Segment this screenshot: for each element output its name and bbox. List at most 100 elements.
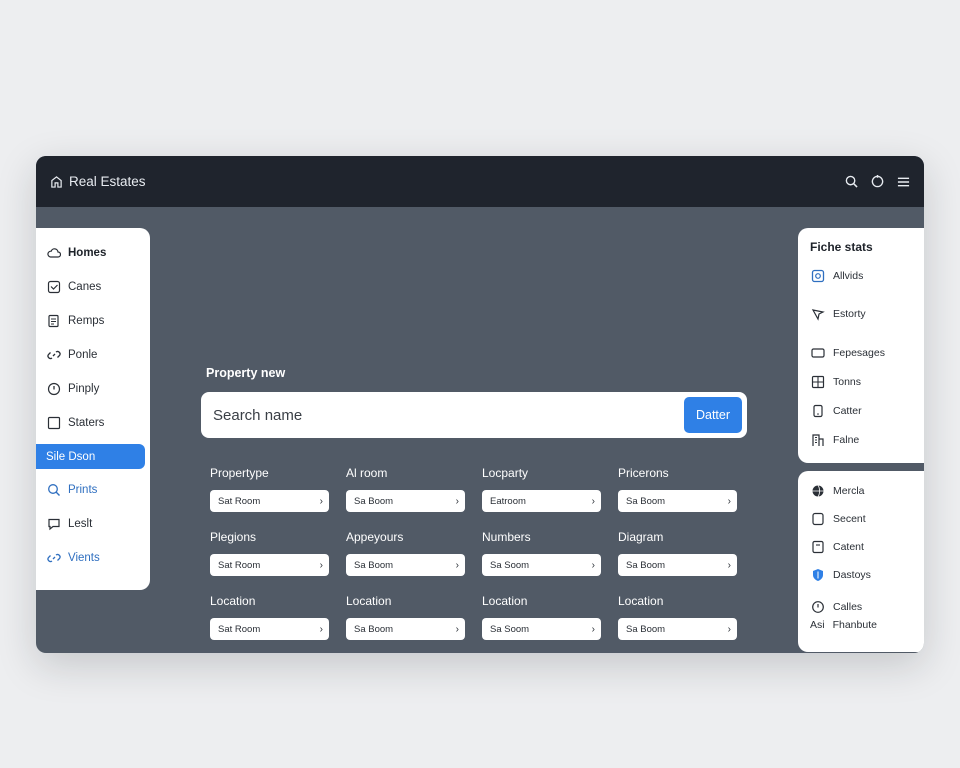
top-actions (844, 175, 910, 189)
sidebar-item-leslt[interactable]: Leslt (36, 507, 150, 541)
phone-icon (813, 404, 823, 418)
chevron-right-icon: › (455, 623, 459, 635)
filter-select[interactable]: Sa Boom › (618, 618, 737, 640)
filter-location-1: Location Sat Room › (210, 594, 329, 640)
filter-label: Location (482, 594, 528, 608)
secondary-item-mercla[interactable]: Mercla (798, 483, 924, 499)
sidebar-item-label: Canes (68, 281, 102, 293)
sidebar: Homes Canes Remps Ponle Pinply Staters S… (36, 228, 150, 590)
footer-prefix: Asi (810, 619, 825, 631)
filter-select[interactable]: Sa Boom › (618, 490, 737, 512)
section-title: Property new (206, 366, 286, 380)
stats-item-fepesages[interactable]: Fepesages (798, 342, 924, 364)
sidebar-item-vients[interactable]: Vients (36, 541, 150, 575)
sidebar-item-label: Leslt (68, 518, 93, 530)
stats-item-tonns[interactable]: Tonns (798, 371, 924, 393)
search-button[interactable]: Datter (684, 397, 742, 433)
building-icon (812, 434, 824, 446)
filter-value: Sat Room (218, 495, 261, 507)
sidebar-item-prints[interactable]: Prints (36, 473, 150, 507)
stats-item-label: Estorty (833, 308, 866, 320)
camera-square-icon (811, 269, 825, 283)
square-icon (47, 416, 61, 430)
filter-label: Plegions (210, 530, 257, 544)
filter-select[interactable]: Sat Room › (210, 618, 329, 640)
secondary-panel: Mercla Secent Catent Dastoys Calles Asi … (798, 471, 924, 652)
filter-plegions: Plegions Sat Room › (210, 530, 329, 576)
stats-item-label: Falne (833, 434, 860, 446)
chevron-right-icon: › (591, 623, 595, 635)
secondary-footer[interactable]: Asi Fhanbute (798, 619, 924, 631)
chevron-right-icon: › (319, 495, 323, 507)
filter-select[interactable]: Sa Boom › (618, 554, 737, 576)
stats-item-catter[interactable]: Catter (798, 400, 924, 422)
footer-label: Fhanbute (832, 619, 877, 631)
secondary-item-secent[interactable]: Secent (798, 511, 924, 527)
document-icon (48, 314, 59, 328)
sidebar-item-sile-dson[interactable]: Sile Dson (36, 444, 145, 469)
filter-select[interactable]: Sa Boom › (346, 618, 465, 640)
chevron-right-icon: › (455, 559, 459, 571)
search-icon[interactable] (844, 175, 858, 189)
chevron-right-icon: › (591, 495, 595, 507)
filter-value: Eatroom (490, 495, 526, 507)
stats-item-falne[interactable]: Falne (798, 429, 924, 451)
secondary-item-label: Dastoys (833, 569, 871, 581)
filter-select[interactable]: Sa Boom › (346, 554, 465, 576)
brand[interactable]: Real Estates (50, 174, 146, 189)
chat-icon (48, 518, 60, 531)
filter-grid: Propertype Sat Room › Al room Sa Boom › Lo… (210, 466, 754, 640)
settings-icon[interactable] (870, 175, 884, 189)
stats-item-allvids[interactable]: Allvids (798, 265, 924, 287)
globe-icon (812, 485, 824, 497)
link-icon (47, 350, 61, 360)
sidebar-item-label: Remps (68, 315, 105, 327)
secondary-item-label: Calles (833, 601, 863, 613)
link-icon (47, 553, 61, 563)
stats-item-label: Tonns (833, 376, 862, 388)
filter-location-3: Location Sa Soom › (482, 594, 601, 640)
filter-select[interactable]: Sat Room › (210, 490, 329, 512)
box-icon (812, 540, 824, 554)
sidebar-item-label: Ponle (68, 349, 98, 361)
filter-label: Location (210, 594, 256, 608)
grid-icon (811, 375, 825, 389)
secondary-item-dastoys[interactable]: Dastoys (798, 567, 924, 583)
sidebar-item-remps[interactable]: Remps (36, 304, 150, 338)
filter-value: Sa Soom (490, 623, 530, 635)
filter-value: Sat Room (218, 559, 261, 571)
filter-value: Sa Boom (354, 495, 394, 507)
secondary-item-calles[interactable]: Calles (798, 599, 924, 615)
filter-select[interactable]: Eatroom › (482, 490, 601, 512)
app-window: Real Estates Homes Canes Remps Ponle Pin… (36, 156, 924, 653)
filter-value: Sa Boom (626, 623, 666, 635)
filter-value: Sa Soom (490, 559, 530, 571)
sidebar-item-label: Staters (68, 417, 105, 429)
sidebar-item-pinply[interactable]: Pinply (36, 372, 150, 406)
top-bar: Real Estates (36, 156, 924, 207)
secondary-item-catent[interactable]: Catent (798, 539, 924, 555)
filter-numbers: Numbers Sa Soom › (482, 530, 601, 576)
search-icon (48, 484, 60, 496)
filter-select[interactable]: Sa Soom › (482, 554, 601, 576)
filter-select[interactable]: Sat Room › (210, 554, 329, 576)
filter-select[interactable]: Sa Soom › (482, 618, 601, 640)
stats-item-label: Fepesages (833, 347, 885, 359)
filter-value: Sat Room (218, 623, 261, 635)
filter-select[interactable]: Sa Boom › (346, 490, 465, 512)
chevron-right-icon: › (455, 495, 459, 507)
sidebar-item-label: Pinply (68, 383, 100, 395)
menu-icon[interactable] (896, 175, 910, 189)
cloud-icon (47, 248, 61, 258)
sidebar-item-canes[interactable]: Canes (36, 270, 150, 304)
sidebar-item-homes[interactable]: Homes (36, 236, 150, 270)
clock-icon (812, 601, 824, 613)
sidebar-item-staters[interactable]: Staters (36, 406, 150, 440)
stats-item-estorty[interactable]: Estorty (798, 303, 924, 325)
chevron-right-icon: › (727, 559, 731, 571)
search-input[interactable] (213, 406, 684, 424)
camera-icon (47, 382, 61, 396)
chevron-right-icon: › (727, 623, 731, 635)
shield-icon (813, 569, 823, 581)
sidebar-item-ponle[interactable]: Ponle (36, 338, 150, 372)
